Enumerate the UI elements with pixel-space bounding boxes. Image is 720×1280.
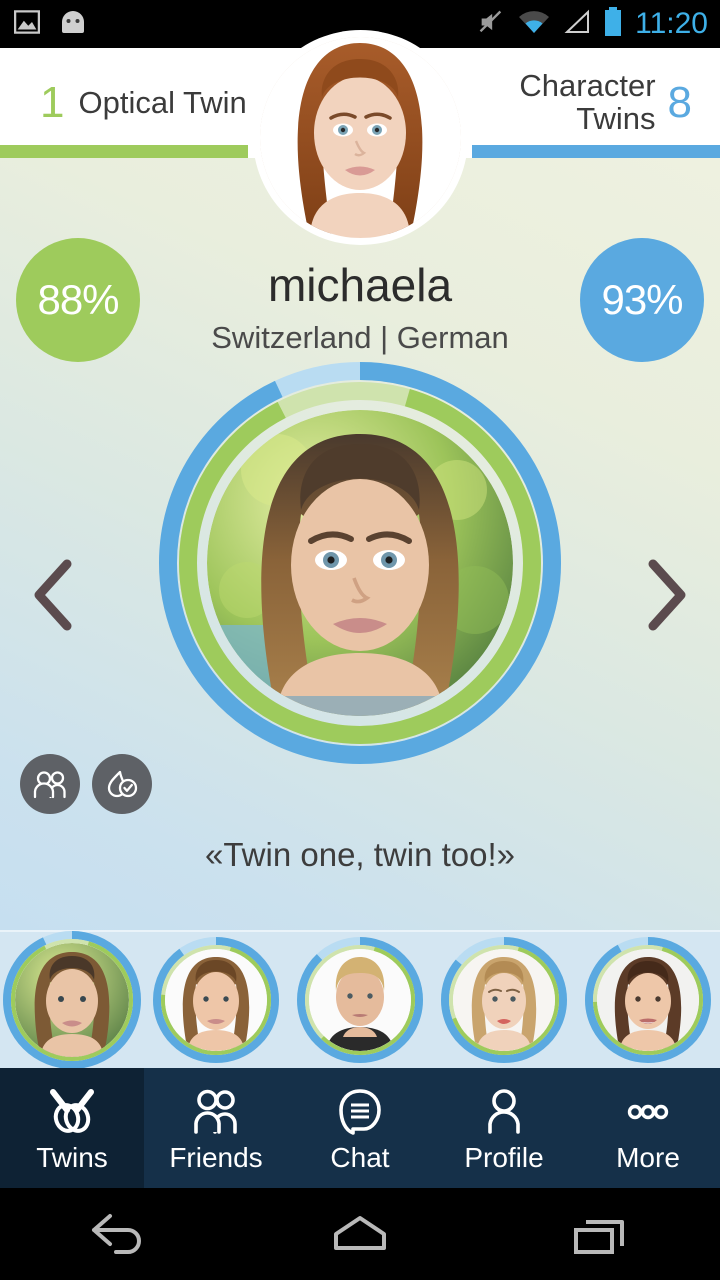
- recents-icon: [574, 1220, 624, 1254]
- wifi-icon: [517, 9, 551, 40]
- tab-more[interactable]: More: [576, 1068, 720, 1188]
- twin-meta: Switzerland | German: [211, 320, 509, 355]
- twin-name: michaela: [267, 259, 453, 311]
- character-twins-label-line2: Twins: [576, 101, 656, 136]
- back-arrow-icon: [92, 1214, 141, 1254]
- tab-label-profile: Profile: [464, 1142, 544, 1173]
- thumbnail-item-1[interactable]: [0, 929, 144, 1071]
- home-button[interactable]: [300, 1199, 420, 1269]
- character-twins-label: Character Twins: [519, 70, 655, 135]
- character-twins-label-line1: Character: [519, 68, 656, 104]
- thumbnail-item-5[interactable]: [576, 935, 720, 1065]
- app-root: 11:20 1 Optical Twin Character Twins 8 8…: [0, 0, 720, 1280]
- thumbnail-item-2[interactable]: [144, 935, 288, 1065]
- status-bar-left-icons: [12, 7, 90, 42]
- twin-verified-button[interactable]: [92, 754, 152, 814]
- tab-label-chat: Chat: [330, 1142, 390, 1173]
- tab-chat[interactable]: Chat: [288, 1068, 432, 1188]
- add-friend-button[interactable]: [20, 754, 80, 814]
- android-navigation-bar[interactable]: [0, 1188, 720, 1280]
- status-bar-right-icons: 11:20: [477, 6, 708, 42]
- tab-friends[interactable]: Friends: [144, 1068, 288, 1188]
- friends-icon: [187, 1082, 245, 1136]
- thumbnail-photo: [165, 949, 267, 1051]
- twin-photo-with-rings[interactable]: [155, 358, 565, 768]
- thumbnail-photo: [453, 949, 555, 1051]
- chat-icon: [331, 1082, 389, 1136]
- thumbnail-photo: [309, 949, 411, 1051]
- gallery-icon: [12, 7, 42, 42]
- home-icon: [334, 1216, 386, 1250]
- twin-thumbnail-strip[interactable]: [0, 929, 720, 1071]
- mute-icon: [477, 8, 505, 41]
- twin-check-icon: [107, 770, 138, 798]
- status-bar-clock: 11:20: [635, 7, 708, 40]
- optical-twin-count: 1: [40, 78, 65, 127]
- twin-photo: [207, 410, 513, 716]
- character-twins-count: 8: [667, 78, 692, 127]
- profile-icon: [475, 1082, 533, 1136]
- user-avatar[interactable]: [260, 37, 461, 238]
- twins-icon: [43, 1082, 101, 1136]
- tab-label-friends: Friends: [169, 1142, 263, 1173]
- battery-icon: [603, 6, 623, 42]
- thumbnail-photo: [597, 949, 699, 1051]
- optical-twin-label: Optical Twin: [78, 84, 247, 120]
- more-icon: [619, 1082, 677, 1136]
- bottom-tab-bar[interactable]: Twins Friends Chat Profile More: [0, 1068, 720, 1188]
- thumbnail-item-4[interactable]: [432, 935, 576, 1065]
- tab-label-more: More: [616, 1142, 680, 1173]
- previous-twin-button[interactable]: [18, 550, 88, 640]
- recents-button[interactable]: [540, 1199, 660, 1269]
- tab-label-twins: Twins: [36, 1142, 108, 1173]
- back-button[interactable]: [60, 1199, 180, 1269]
- twin-card: 88% 93% michaela Switzerland | German «T…: [0, 158, 720, 930]
- twin-tagline: «Twin one, twin too!»: [204, 836, 516, 873]
- android-mascot-icon: [56, 8, 90, 41]
- two-people-icon: [33, 771, 66, 799]
- signal-icon: [563, 9, 591, 40]
- thumbnail-item-3[interactable]: [288, 935, 432, 1065]
- next-twin-button[interactable]: [632, 550, 702, 640]
- chevron-right-icon: [648, 559, 686, 631]
- tab-twins[interactable]: Twins: [0, 1068, 144, 1188]
- tab-profile[interactable]: Profile: [432, 1068, 576, 1188]
- thumbnail-photo: [15, 943, 129, 1057]
- chevron-left-icon: [34, 559, 72, 631]
